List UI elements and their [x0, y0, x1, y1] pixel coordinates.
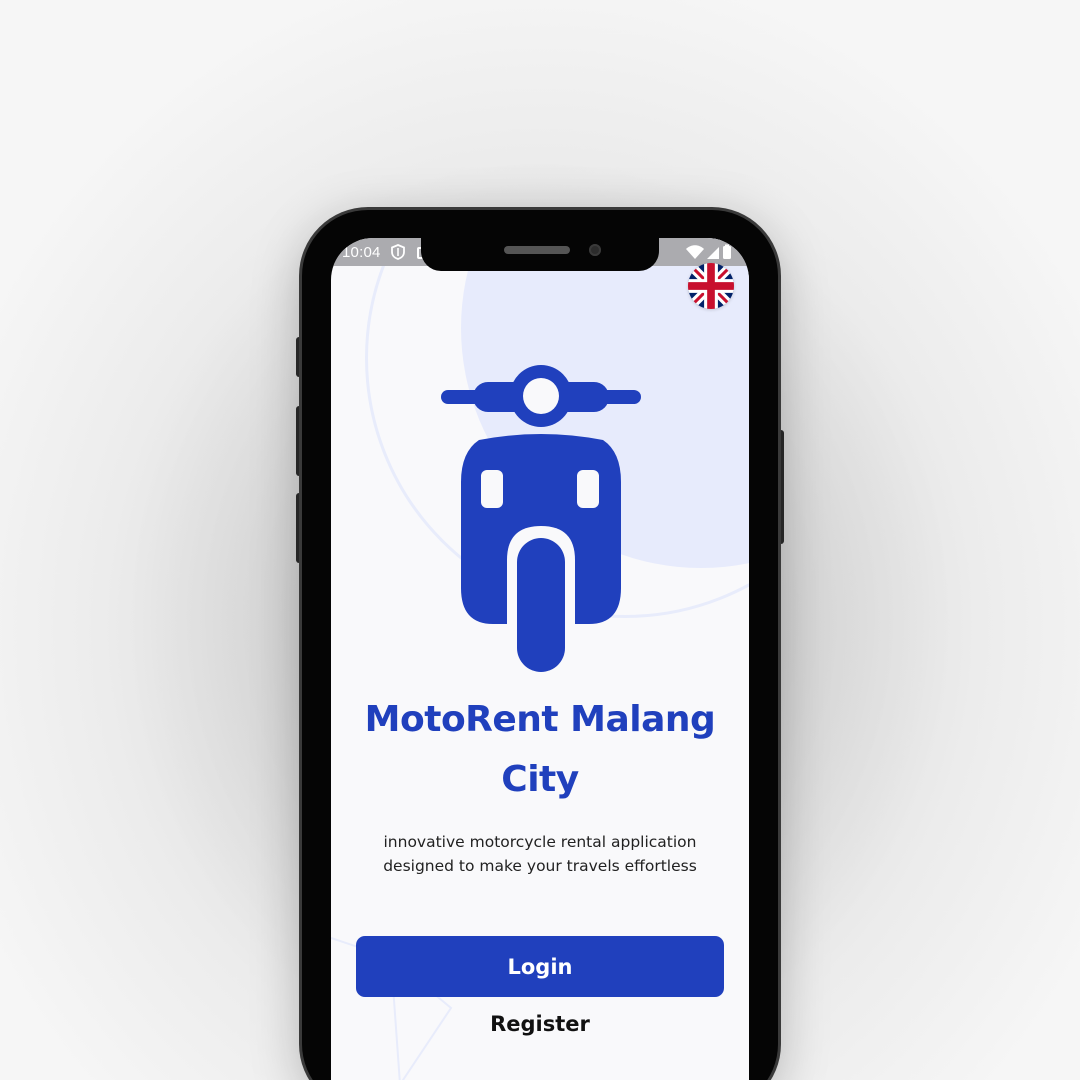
phone-speaker: [504, 246, 570, 254]
signal-icon: [707, 247, 719, 259]
status-icons: [686, 244, 731, 259]
battery-icon: [723, 244, 731, 259]
app-title-line-1: MotoRent Malang: [364, 699, 716, 740]
status-time: 10:04: [342, 244, 381, 261]
language-selector[interactable]: [688, 263, 734, 309]
wifi-icon: [686, 245, 704, 259]
login-button[interactable]: Login: [356, 936, 724, 997]
tagline-line-2: designed to make your travels effortless: [383, 857, 697, 875]
uk-flag-icon: [688, 263, 734, 309]
front-camera: [589, 244, 601, 256]
tagline-line-1: innovative motorcycle rental application: [383, 833, 697, 851]
phone-notch: [421, 238, 659, 271]
app-title: MotoRent Malang City: [331, 690, 749, 810]
register-link[interactable]: Register: [331, 1012, 749, 1036]
app-screen: 10:04 MotoRent Malang City innovative mo…: [331, 238, 749, 1080]
scooter-icon: [441, 365, 641, 672]
app-tagline: innovative motorcycle rental application…: [361, 830, 719, 878]
app-title-line-2: City: [501, 759, 579, 800]
shield-icon: [391, 244, 405, 260]
